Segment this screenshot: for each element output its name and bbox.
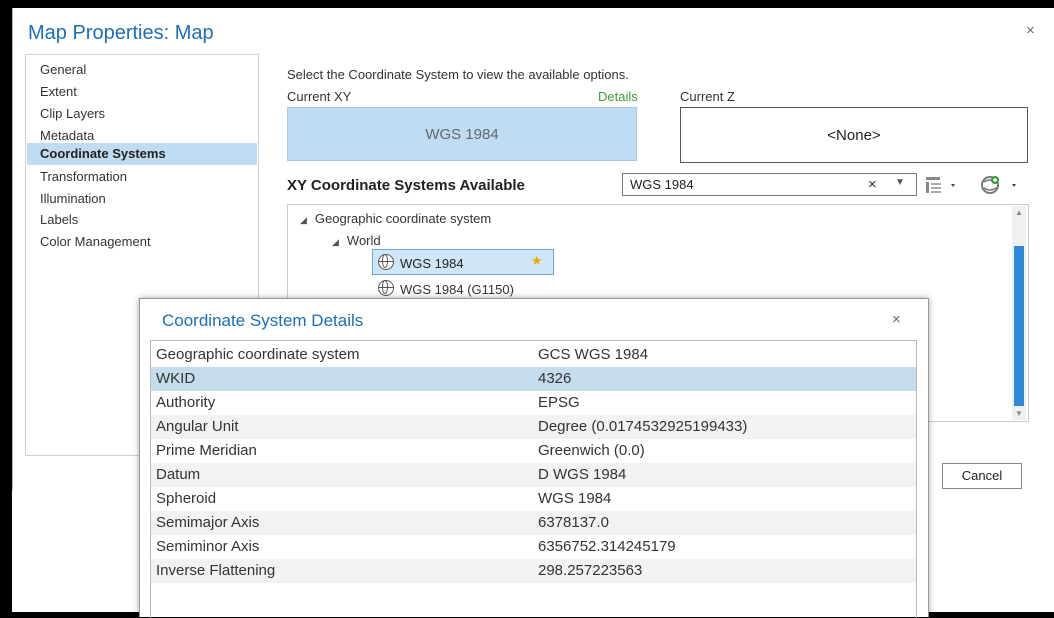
row-value: Greenwich (0.0) — [538, 442, 645, 459]
available-systems-title: XY Coordinate Systems Available — [287, 177, 525, 194]
row-key: Semimajor Axis — [156, 514, 260, 531]
tree-node-label: World — [346, 233, 381, 248]
row-value: 298.257223563 — [538, 562, 643, 579]
row-value: 4326 — [538, 370, 572, 387]
scrollbar-thumb[interactable] — [1014, 246, 1024, 406]
nav-item-color-management[interactable]: Color Management — [27, 231, 257, 253]
search-value: WGS 1984 — [630, 177, 694, 192]
current-xy-label: Current XY — [287, 89, 352, 104]
vertical-scrollbar[interactable]: ▲ ▼ — [1012, 206, 1026, 420]
table-row[interactable]: Prime Meridian Greenwich (0.0) — [151, 439, 916, 463]
current-z-box[interactable]: <None> — [680, 107, 1028, 163]
collapse-triangle-icon[interactable]: ◢ — [300, 215, 307, 226]
row-value: EPSG — [538, 394, 580, 411]
add-coordinate-system-button[interactable] — [978, 173, 1020, 197]
details-link[interactable]: Details — [598, 89, 638, 104]
nav-item-clip-layers[interactable]: Clip Layers — [27, 103, 257, 125]
globe-icon — [378, 280, 394, 296]
details-table: Geographic coordinate system GCS WGS 198… — [150, 340, 917, 618]
dialog-title: Map Properties: Map — [28, 22, 214, 44]
table-row[interactable]: Semiminor Axis 6356752.314245179 — [151, 535, 916, 559]
table-row[interactable]: WKID 4326 — [151, 367, 916, 391]
cancel-button[interactable]: Cancel — [942, 463, 1022, 489]
tree-node-label: Geographic coordinate system — [314, 211, 492, 226]
row-key: Authority — [156, 394, 216, 411]
table-row[interactable]: Inverse Flattening 298.257223563 — [151, 559, 916, 583]
nav-item-extent[interactable]: Extent — [27, 81, 257, 103]
row-key: WKID — [156, 370, 196, 387]
nav-item-illumination[interactable]: Illumination — [27, 188, 257, 210]
current-xy-value: WGS 1984 — [425, 125, 499, 143]
table-row[interactable]: Angular Unit Degree (0.0174532925199433) — [151, 415, 916, 439]
filter-button[interactable] — [922, 173, 964, 197]
row-key: Spheroid — [156, 490, 217, 507]
tree-node-world[interactable]: ◢ World — [332, 233, 381, 248]
table-row[interactable]: Authority EPSG — [151, 391, 916, 415]
scroll-up-icon[interactable]: ▲ — [1015, 208, 1023, 217]
row-key: Datum — [156, 466, 201, 483]
instruction-text: Select the Coordinate System to view the… — [287, 67, 629, 82]
scroll-down-icon[interactable]: ▼ — [1015, 409, 1023, 418]
nav-item-transformation[interactable]: Transformation — [27, 166, 257, 188]
row-value: GCS WGS 1984 — [538, 346, 649, 363]
table-row[interactable]: Geographic coordinate system GCS WGS 198… — [151, 343, 916, 367]
coordinate-system-details-dialog: Coordinate System Details × Geographic c… — [139, 298, 929, 618]
current-z-label: Current Z — [680, 89, 735, 104]
filter-icon — [926, 177, 955, 193]
row-value: 6378137.0 — [538, 514, 609, 531]
tree-item-selected[interactable]: WGS 1984 ★ — [372, 249, 554, 275]
globe-add-icon — [981, 176, 1016, 194]
row-value: 6356752.314245179 — [538, 538, 676, 555]
nav-item-coordinate-systems[interactable]: Coordinate Systems — [27, 143, 257, 165]
row-key: Inverse Flattening — [156, 562, 276, 579]
tree-item-label: WGS 1984 (G1150) — [400, 282, 514, 297]
nav-item-labels[interactable]: Labels — [27, 209, 257, 231]
table-row[interactable]: Semimajor Axis 6378137.0 — [151, 511, 916, 535]
table-row[interactable]: Spheroid WGS 1984 — [151, 487, 916, 511]
close-icon[interactable]: × — [892, 311, 901, 328]
current-xy-box[interactable]: WGS 1984 — [287, 107, 637, 161]
tree-item[interactable]: WGS 1984 (G1150) — [378, 280, 514, 297]
collapse-triangle-icon[interactable]: ◢ — [332, 237, 339, 248]
tree-node-geographic[interactable]: ◢ Geographic coordinate system — [300, 211, 491, 226]
close-icon[interactable]: × — [1026, 22, 1035, 39]
details-dialog-title: Coordinate System Details — [162, 311, 364, 330]
chevron-down-icon[interactable]: ▼ — [895, 177, 905, 188]
clear-search-icon[interactable]: × — [868, 176, 877, 193]
row-key: Semiminor Axis — [156, 538, 260, 555]
tree-item-label: WGS 1984 — [378, 254, 464, 271]
row-value: Degree (0.0174532925199433) — [538, 418, 748, 435]
row-key: Geographic coordinate system — [156, 346, 360, 363]
favorite-star-icon[interactable]: ★ — [531, 253, 543, 269]
table-row[interactable]: Datum D WGS 1984 — [151, 463, 916, 487]
current-z-value: <None> — [827, 126, 881, 144]
search-input[interactable]: WGS 1984 × ▼ — [622, 173, 917, 196]
row-value: D WGS 1984 — [538, 466, 627, 483]
globe-icon — [378, 254, 394, 270]
row-key: Angular Unit — [156, 418, 239, 435]
row-value: WGS 1984 — [538, 490, 612, 507]
row-key: Prime Meridian — [156, 442, 257, 459]
nav-item-general[interactable]: General — [27, 59, 257, 81]
